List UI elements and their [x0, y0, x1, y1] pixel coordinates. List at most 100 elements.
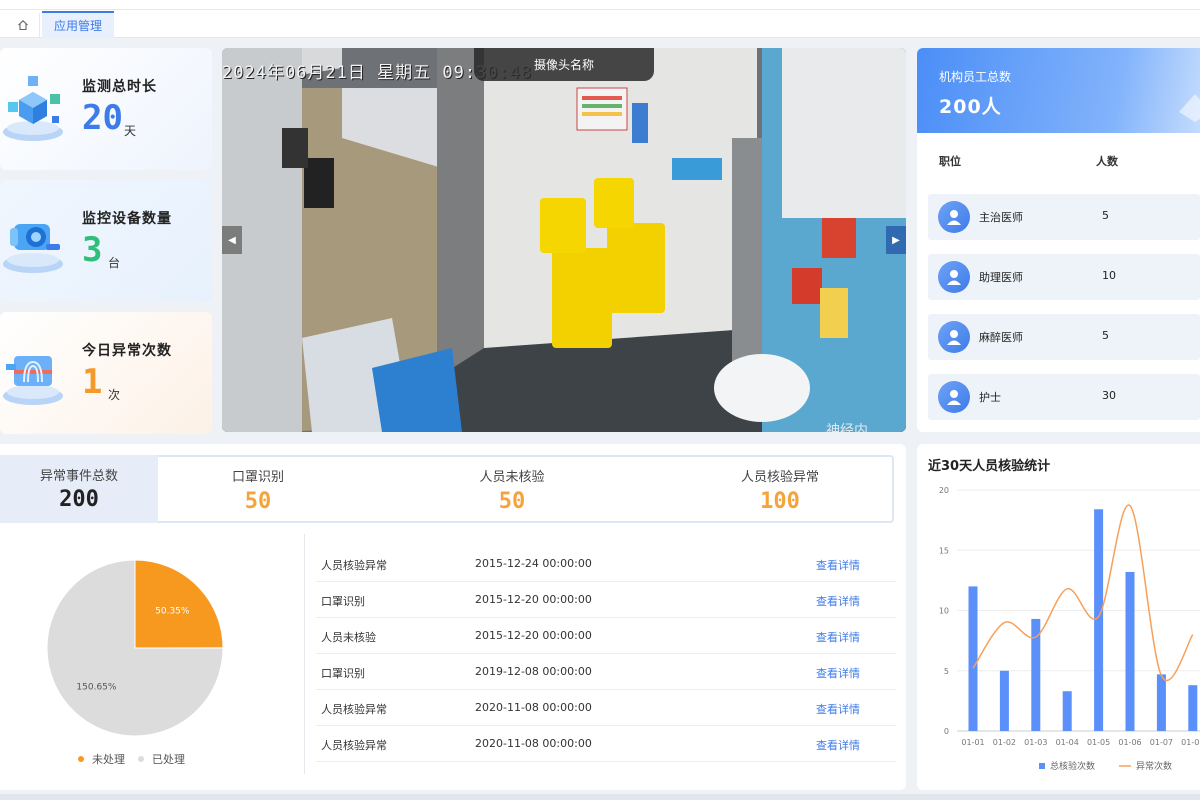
- col-count: 人数: [1096, 155, 1118, 168]
- camera-name-label: 摄像头名称: [474, 48, 654, 81]
- assistant-doctor-avatar-icon: [938, 261, 970, 293]
- metric-mask-recognition: 口罩识别 50: [158, 457, 358, 521]
- metric-unverified: 人员未核验 50: [412, 457, 612, 521]
- home-tab[interactable]: [6, 13, 40, 37]
- top-bar: [0, 0, 1200, 10]
- events-pie-chart: 50.35% 150.65%: [46, 559, 224, 737]
- stat-unit: 天: [124, 124, 137, 138]
- x-tick-label: 01-06: [1118, 738, 1141, 747]
- pie-slice-label: 150.65%: [76, 683, 116, 693]
- bar: [1062, 691, 1072, 731]
- legend-dot-icon: [138, 756, 144, 762]
- bar: [1156, 674, 1166, 731]
- event-time: 2015-12-20 00:00:00: [475, 629, 592, 642]
- stat-title: 监测总时长: [82, 79, 157, 95]
- chevron-left-icon: ◀: [228, 234, 236, 246]
- staff-role: 主治医师: [979, 211, 1023, 224]
- staff-role: 护士: [979, 391, 1001, 404]
- view-details-link[interactable]: 查看详情: [816, 737, 860, 753]
- anesthetist-avatar-icon: [938, 321, 970, 353]
- x-tick-label: 01-04: [1056, 738, 1079, 747]
- legend-dot-icon: [78, 756, 84, 762]
- event-row: 口罩识别 2015-12-20 00:00:00 查看详情: [316, 582, 896, 618]
- staff-count: 5: [1102, 209, 1109, 222]
- event-time: 2020-11-08 00:00:00: [475, 701, 592, 714]
- view-details-link[interactable]: 查看详情: [816, 665, 860, 681]
- staff-role: 助理医师: [979, 271, 1023, 284]
- legend-label: 已处理: [152, 753, 185, 766]
- view-details-link[interactable]: 查看详情: [816, 557, 860, 573]
- events-total-value: 200: [59, 487, 99, 512]
- camera-scene-image: [222, 48, 906, 432]
- doctor-avatar-icon: [938, 201, 970, 233]
- metric-value: 100: [760, 489, 800, 514]
- camera-next-button[interactable]: ▶: [886, 226, 906, 254]
- event-type: 口罩识别: [321, 667, 365, 680]
- event-row: 人员核验异常 2020-11-08 00:00:00 查看详情: [316, 726, 896, 762]
- event-row: 人员核验异常 2015-12-24 00:00:00 查看详情: [316, 546, 896, 582]
- event-time: 2019-12-08 00:00:00: [475, 665, 592, 678]
- bar: [1031, 618, 1041, 731]
- x-tick-label: 01-08: [1181, 738, 1200, 747]
- stat-title: 今日异常次数: [82, 343, 172, 359]
- event-time: 2020-11-08 00:00:00: [475, 737, 592, 750]
- staff-header-decoration-icon: [1179, 94, 1200, 122]
- bar: [1094, 509, 1104, 731]
- nurse-avatar-icon: [938, 381, 970, 413]
- fingerprint-illustration-icon: [3, 356, 63, 405]
- verification-chart: 0 5 10 15 20 01-01 01-02 01-03 01-04 01-05 01-06 01…: [939, 486, 1200, 772]
- chevron-right-icon: ▶: [892, 234, 900, 246]
- camera-feed[interactable]: 2024年06月21日 星期五 09:30:48 神经内... ◀ ▶: [222, 48, 906, 432]
- y-tick-label: 5: [944, 667, 949, 676]
- bar: [1125, 571, 1135, 731]
- event-type: 人员核验异常: [321, 703, 387, 716]
- bar: [968, 586, 978, 731]
- verification-chart-panel: 近30天人员核验统计 0 5 10 15 20 01-01 01-02 01-03 01-04 0…: [917, 444, 1200, 790]
- event-row: 人员核验异常 2020-11-08 00:00:00 查看详情: [316, 690, 896, 726]
- staff-row: 助理医师 10: [928, 254, 1200, 300]
- event-type: 口罩识别: [321, 595, 365, 608]
- staff-table-header: 职位 人数: [917, 148, 1200, 172]
- camera-prev-button[interactable]: ◀: [222, 226, 242, 254]
- staff-row: 护士 30: [928, 374, 1200, 420]
- events-total-label: 异常事件总数: [39, 469, 118, 484]
- pie-slice: [134, 559, 224, 649]
- bar: [999, 670, 1009, 731]
- y-tick-label: 15: [939, 546, 949, 555]
- stat-unit: 台: [108, 256, 121, 270]
- x-tick-label: 01-05: [1087, 738, 1110, 747]
- view-details-link[interactable]: 查看详情: [816, 593, 860, 609]
- x-tick-label: 01-03: [1024, 738, 1047, 747]
- event-row: 人员未核验 2015-12-20 00:00:00 查看详情: [316, 618, 896, 654]
- legend-label: 未处理: [92, 753, 125, 766]
- bar: [1188, 685, 1198, 731]
- staff-row: 主治医师 5: [928, 194, 1200, 240]
- bottom-strip: [0, 794, 1200, 800]
- stat-value: 3: [82, 230, 103, 270]
- pie-slice-label: 50.35%: [155, 607, 190, 617]
- events-metrics: 口罩识别 50 人员未核验 50 人员核验异常 100: [158, 455, 894, 523]
- stat-card-monitor-duration: 监测总时长 20 天: [0, 48, 212, 170]
- metric-label: 口罩识别: [231, 470, 284, 485]
- metric-value: 50: [498, 489, 526, 514]
- legend-bar-swatch: [1039, 763, 1045, 769]
- y-tick-label: 10: [939, 607, 949, 616]
- tab-bar: 应用管理: [0, 10, 1200, 38]
- metric-value: 50: [244, 489, 272, 514]
- metric-label: 人员未核验: [479, 470, 545, 485]
- legend-item-processed: 已处理: [138, 751, 185, 767]
- col-role: 职位: [939, 155, 961, 168]
- view-details-link[interactable]: 查看详情: [816, 629, 860, 645]
- x-tick-label: 01-07: [1150, 738, 1173, 747]
- view-details-link[interactable]: 查看详情: [816, 701, 860, 717]
- staff-panel: 机构员工总数 200人 职位 人数 主治医师 5 助理医师 10 麻醉医师 5 …: [917, 48, 1200, 432]
- tab-app-management[interactable]: 应用管理: [42, 11, 115, 38]
- camera-watermark: 神经内...: [826, 423, 882, 432]
- event-type: 人员核验异常: [321, 739, 387, 752]
- home-icon: [17, 20, 28, 31]
- camera-device-illustration-icon: [3, 224, 63, 273]
- legend-label: 异常次数: [1136, 760, 1172, 772]
- event-time: 2015-12-24 00:00:00: [475, 557, 592, 570]
- staff-count: 10: [1102, 269, 1116, 282]
- x-tick-label: 01-02: [993, 738, 1016, 747]
